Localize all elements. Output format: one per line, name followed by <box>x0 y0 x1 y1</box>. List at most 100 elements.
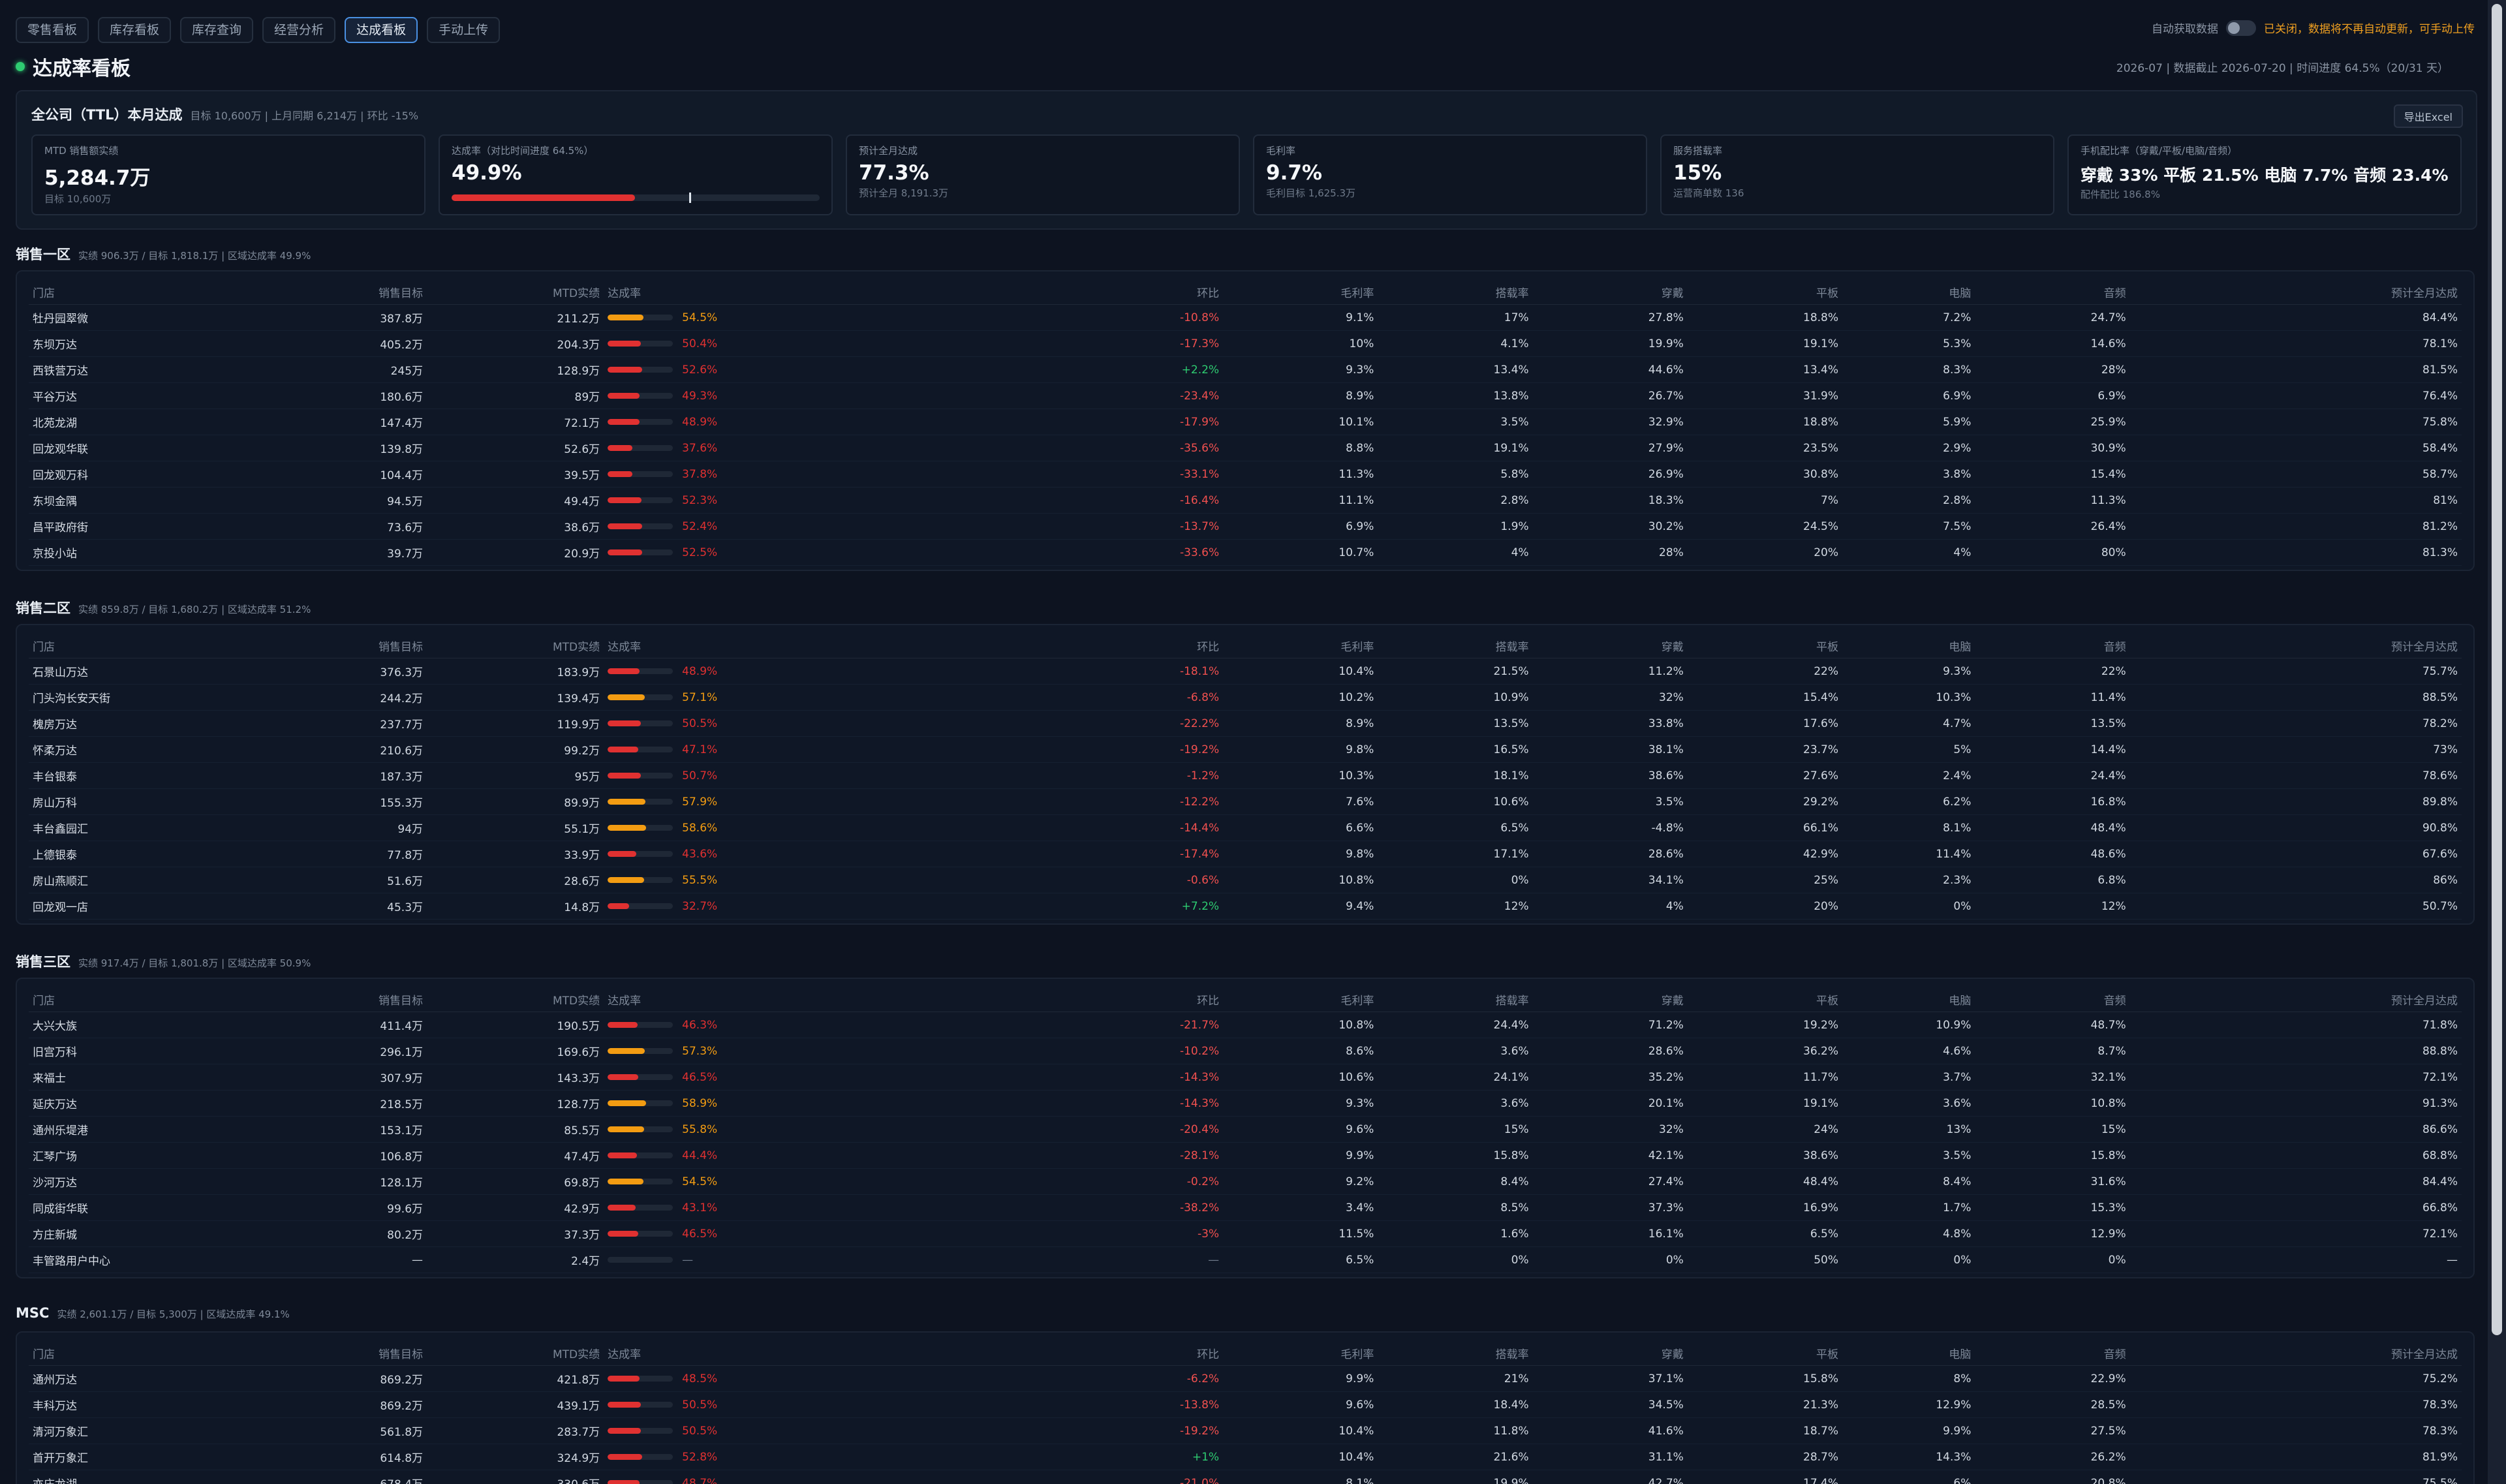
column-header[interactable]: 达成率 <box>604 633 1046 658</box>
column-header[interactable]: 穿戴 <box>1532 1340 1688 1366</box>
column-header[interactable]: MTD实绩 <box>427 987 604 1012</box>
table-row[interactable]: 槐房万达 237.7万 119.9万 50.5% -22.2% 8.9% 13.5% 33.8… <box>29 710 2462 737</box>
column-header[interactable]: 搭载率 <box>1378 633 1533 658</box>
column-header[interactable]: 环比 <box>1045 987 1224 1012</box>
column-header[interactable]: 销售目标 <box>249 1340 427 1366</box>
column-header[interactable]: 穿戴 <box>1532 279 1688 305</box>
column-header[interactable]: 穿戴 <box>1532 633 1688 658</box>
table-row[interactable]: 房山万科 155.3万 89.9万 57.9% -12.2% 7.6% 10.6% 3.5% 2… <box>29 788 2462 815</box>
column-header[interactable]: 门店 <box>29 633 250 658</box>
column-header[interactable]: 门店 <box>29 987 250 1012</box>
column-header[interactable]: 毛利率 <box>1223 279 1378 305</box>
column-header[interactable]: 搭载率 <box>1378 987 1533 1012</box>
table-row[interactable]: 石景山万达 376.3万 183.9万 48.9% -18.1% 10.4% 21.5% 11… <box>29 658 2462 685</box>
column-header[interactable]: 平板 <box>1687 1340 1843 1366</box>
column-header[interactable]: 音频 <box>1975 1340 2130 1366</box>
table-row[interactable]: 房山燕顺汇 51.6万 28.6万 55.5% -0.6% 10.8% 0% 34.1% 25%… <box>29 867 2462 893</box>
column-header[interactable]: 预计全月达成 <box>2129 279 2462 305</box>
column-header[interactable]: 平板 <box>1687 279 1843 305</box>
auto-fetch-toggle[interactable] <box>2226 20 2256 36</box>
rate-cell: 46.5% <box>604 1064 1046 1090</box>
column-header[interactable]: 毛利率 <box>1223 633 1378 658</box>
table-row[interactable]: 丰管路用户中心 —2.4万 — —6.5% 0% 0% 50% 0% 0% — <box>29 1246 2462 1273</box>
column-header[interactable]: 门店 <box>29 279 250 305</box>
table-row[interactable]: 门头沟长安天街 244.2万 139.4万 57.1% -6.8% 10.2% 10.9% 3… <box>29 684 2462 711</box>
table-row[interactable]: 清河万象汇 561.8万 283.7万 50.5% -19.2% 10.4% 11.8% 41… <box>29 1417 2462 1444</box>
column-header[interactable]: 电脑 <box>1842 633 1975 658</box>
table-row[interactable]: 延庆万达 218.5万 128.7万 58.9% -14.3% 9.3% 3.6% 20.1%… <box>29 1090 2462 1117</box>
table-row[interactable]: 方庄新城 80.2万 37.3万 46.5% -3% 11.5% 1.6% 16.1% 6.5%… <box>29 1220 2462 1247</box>
tablet-cell: 19.2% <box>1687 1012 1843 1038</box>
column-header[interactable]: 电脑 <box>1842 1340 1975 1366</box>
column-header[interactable]: MTD实绩 <box>427 633 604 658</box>
table-row[interactable]: 回龙观华联 139.8万 52.6万 37.6% -35.6% 8.8% 19.1% 27.9… <box>29 435 2462 461</box>
column-header[interactable]: 销售目标 <box>249 987 427 1012</box>
table-row[interactable]: 昌平政府街 73.6万 38.6万 52.4% -13.7% 6.9% 1.9% 30.2% 2… <box>29 513 2462 540</box>
column-header[interactable]: 门店 <box>29 1340 250 1366</box>
attach-rate-cell: 6.5% <box>1378 814 1533 841</box>
table-row[interactable]: 丰台鑫园汇 94万 55.1万 58.6% -14.4% 6.6% 6.5% -4.8% 66.… <box>29 814 2462 841</box>
column-header[interactable]: 搭载率 <box>1378 279 1533 305</box>
column-header[interactable]: 穿戴 <box>1532 987 1688 1012</box>
table-row[interactable]: 京投小站 39.7万 20.9万 52.5% -33.6% 10.7% 4% 28% 20% 4%… <box>29 539 2462 566</box>
column-header[interactable]: 达成率 <box>604 279 1046 305</box>
column-header[interactable]: 电脑 <box>1842 279 1975 305</box>
table-row[interactable]: 回龙观万科 104.4万 39.5万 37.8% -33.1% 11.3% 5.8% 26.9… <box>29 461 2462 487</box>
tab-2[interactable]: 库存查询 <box>180 17 254 43</box>
tab-4[interactable]: 达成看板 <box>345 17 418 43</box>
column-header[interactable]: 音频 <box>1975 279 2130 305</box>
table-row[interactable]: 同成街华联 99.6万 42.9万 43.1% -38.2% 3.4% 8.5% 37.3% 1… <box>29 1194 2462 1221</box>
wearables-cell: 3.5% <box>1532 788 1688 815</box>
table-row[interactable]: 沙河万达 128.1万 69.8万 54.5% -0.2% 9.2% 8.4% 27.4% 48… <box>29 1168 2462 1195</box>
scrollbar-thumb[interactable] <box>2492 4 2502 1335</box>
column-header[interactable]: 达成率 <box>604 1340 1046 1366</box>
wearables-cell: 27.4% <box>1532 1168 1688 1195</box>
column-header[interactable]: 音频 <box>1975 987 2130 1012</box>
column-header[interactable]: MTD实绩 <box>427 279 604 305</box>
rate-bar <box>608 393 673 399</box>
column-header[interactable]: 音频 <box>1975 633 2130 658</box>
column-header[interactable]: 环比 <box>1045 633 1224 658</box>
table-row[interactable]: 丰科万达 869.2万 439.1万 50.5% -13.8% 9.6% 18.4% 34.5… <box>29 1391 2462 1418</box>
column-header[interactable]: MTD实绩 <box>427 1340 604 1366</box>
column-header[interactable]: 搭载率 <box>1378 1340 1533 1366</box>
column-header[interactable]: 达成率 <box>604 987 1046 1012</box>
table-row[interactable]: 旧宫万科 296.1万 169.6万 57.3% -10.2% 8.6% 3.6% 28.6%… <box>29 1038 2462 1064</box>
table-row[interactable]: 亦庄龙湖678.4万330.6万 48.7% -21.0%8.1%19.9%42.7… <box>29 1470 2462 1484</box>
column-header[interactable]: 销售目标 <box>249 279 427 305</box>
column-header[interactable]: 平板 <box>1687 633 1843 658</box>
table-row[interactable]: 回龙观一店 45.3万 14.8万 32.7% +7.2% 9.4% 12% 4% 20% 0% 1… <box>29 893 2462 920</box>
sales-target-cell: 77.8万 <box>249 841 427 867</box>
column-header[interactable]: 预计全月达成 <box>2129 633 2462 658</box>
scrollbar[interactable] <box>2488 0 2506 1484</box>
column-header[interactable]: 预计全月达成 <box>2129 1340 2462 1366</box>
table-row[interactable]: 西铁营万达 245万 128.9万 52.6% +2.2% 9.3% 13.4% 44.6% 1… <box>29 356 2462 383</box>
table-row[interactable]: 丰台银泰 187.3万 95万 50.7% -1.2% 10.3% 18.1% 38.6% 27… <box>29 762 2462 789</box>
table-row[interactable]: 来福士 307.9万 143.3万 46.5% -14.3% 10.6% 24.1% 35.2… <box>29 1064 2462 1090</box>
export-excel-button[interactable]: 导出Excel <box>2393 104 2463 128</box>
tab-0[interactable]: 零售看板 <box>16 17 89 43</box>
column-header[interactable]: 预计全月达成 <box>2129 987 2462 1012</box>
tab-3[interactable]: 经营分析 <box>262 17 336 43</box>
column-header[interactable]: 毛利率 <box>1223 1340 1378 1366</box>
tab-1[interactable]: 库存看板 <box>98 17 172 43</box>
column-header[interactable]: 环比 <box>1045 279 1224 305</box>
table-row[interactable]: 东坝万达 405.2万 204.3万 50.4% -17.3% 10% 4.1% 19.9% 1… <box>29 330 2462 357</box>
tab-5[interactable]: 手动上传 <box>427 17 501 43</box>
column-header[interactable]: 电脑 <box>1842 987 1975 1012</box>
table-row[interactable]: 汇琴广场 106.8万 47.4万 44.4% -28.1% 9.9% 15.8% 42.1%… <box>29 1142 2462 1169</box>
table-row[interactable]: 大兴大族 411.4万 190.5万 46.3% -21.7% 10.8% 24.4% 71.… <box>29 1012 2462 1038</box>
table-row[interactable]: 通州万达 869.2万 421.8万 48.5% -6.2% 9.9% 21% 37.1% 15… <box>29 1365 2462 1392</box>
column-header[interactable]: 平板 <box>1687 987 1843 1012</box>
column-header[interactable]: 环比 <box>1045 1340 1224 1366</box>
table-row[interactable]: 东坝金隅 94.5万 49.4万 52.3% -16.4% 11.1% 2.8% 18.3% 7… <box>29 487 2462 514</box>
table-row[interactable]: 牡丹园翠微 387.8万 211.2万 54.5% -10.8% 9.1% 17% 27.8%… <box>29 304 2462 331</box>
table-row[interactable]: 平谷万达 180.6万 89万 49.3% -23.4% 8.9% 13.8% 26.7% 31… <box>29 382 2462 409</box>
column-header[interactable]: 销售目标 <box>249 633 427 658</box>
column-header[interactable]: 毛利率 <box>1223 987 1378 1012</box>
table-row[interactable]: 通州乐堤港 153.1万 85.5万 55.8% -20.4% 9.6% 15% 32% 24%… <box>29 1116 2462 1143</box>
table-row[interactable]: 上德银泰 77.8万 33.9万 43.6% -17.4% 9.8% 17.1% 28.6% 4… <box>29 841 2462 867</box>
table-row[interactable]: 怀柔万达 210.6万 99.2万 47.1% -19.2% 9.8% 16.5% 38.1%… <box>29 736 2462 763</box>
table-row[interactable]: 北苑龙湖 147.4万 72.1万 48.9% -17.9% 10.1% 3.5% 32.9%… <box>29 409 2462 435</box>
table-row[interactable]: 首开万象汇 614.8万 324.9万 52.8% +1% 10.4% 21.6% 31.1%… <box>29 1444 2462 1470</box>
